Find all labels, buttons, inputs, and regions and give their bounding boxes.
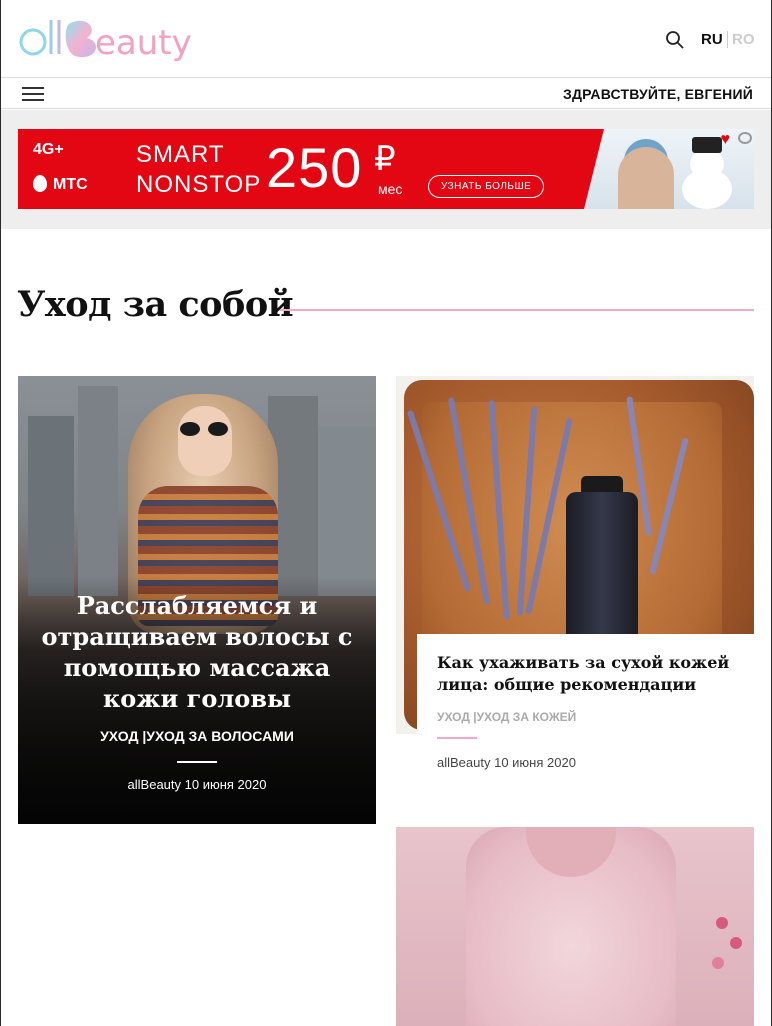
photo-face [178,406,232,476]
article-title[interactable]: Как ухаживать за сухой кожей лица: общие… [437,652,737,696]
article-image[interactable] [396,827,754,1026]
site-logo[interactable]: eauty [17,12,203,68]
photo-sunglasses [178,422,232,436]
top-header: eauty RU RO [1,0,771,78]
ad-line2: NONSTOP [136,171,262,198]
ad-line1: SMART [136,141,225,168]
chat-bubble-icon [738,132,752,144]
nav-bar: ЗДРАВСТВУЙТЕ, ЕВГЕНИЙ [1,79,771,109]
user-greeting[interactable]: ЗДРАВСТВУЙТЕ, ЕВГЕНИЙ [563,86,753,102]
photo-building [318,426,376,596]
category-link[interactable]: УХОД ЗА КОЖЕЙ [477,710,577,724]
article-meta: allBeauty 10 июня 2020 [437,755,576,770]
section-title-rule [280,309,754,311]
photo-flower [712,957,724,969]
ad-4g-badge: 4G+ [33,141,64,158]
ad-period: мес [378,181,403,197]
lang-ru-link[interactable]: RU [701,31,723,48]
hamburger-menu-icon[interactable] [22,87,44,103]
ad-girl [618,147,674,209]
ad-snowman-hat [692,137,722,153]
logo-text: eauty [95,23,192,63]
article-title[interactable]: Расслабляемся и отращиваем волосы с помо… [32,590,362,714]
page: eauty RU RO ЗДРАВСТВУЙТЕ, ЕВГЕНИЙ 4G+ МТ… [1,0,771,1026]
article-categories: УХОД |УХОД ЗА КОЖЕЙ [437,710,576,724]
category-link[interactable]: УХОД [100,728,138,744]
ad-currency: ₽ [374,140,396,178]
article-categories: УХОД |УХОД ЗА ВОЛОСАМИ [18,728,376,744]
article-card: Как ухаживать за сухой кожей лица: общие… [417,634,754,789]
category-link[interactable]: УХОД [437,710,470,724]
category-link[interactable]: УХОД ЗА ВОЛОСАМИ [146,728,294,744]
article-card-featured[interactable]: Расслабляемся и отращиваем волосы с помо… [18,376,376,824]
article-meta: allBeauty 10 июня 2020 [127,777,267,792]
section-title: Уход за собой [17,284,294,325]
search-icon[interactable] [665,30,685,50]
ad-cta-button[interactable]: УЗНАТЬ БОЛЬШЕ [428,175,545,198]
photo-building [28,416,74,596]
ad-brand: МТС [33,175,88,194]
photo-building [78,386,118,596]
photo-flower [716,917,728,929]
photo-flower [730,937,742,949]
mts-egg-icon [33,175,47,192]
photo-bottle [566,492,638,642]
mts-ad-banner[interactable]: 4G+ МТС SMART NONSTOP 250 ₽ мес УЗНАТЬ Б… [18,129,754,209]
article-rule [437,737,477,739]
lang-ro-link[interactable]: RO [732,31,755,48]
ad-price: 250 [266,136,363,199]
ad-snowman-head [690,149,724,179]
lang-divider [727,31,728,48]
heart-icon: ♥ [720,131,731,148]
article-rule [177,761,217,763]
ad-area: 4G+ МТС SMART NONSTOP 250 ₽ мес УЗНАТЬ Б… [1,110,771,229]
